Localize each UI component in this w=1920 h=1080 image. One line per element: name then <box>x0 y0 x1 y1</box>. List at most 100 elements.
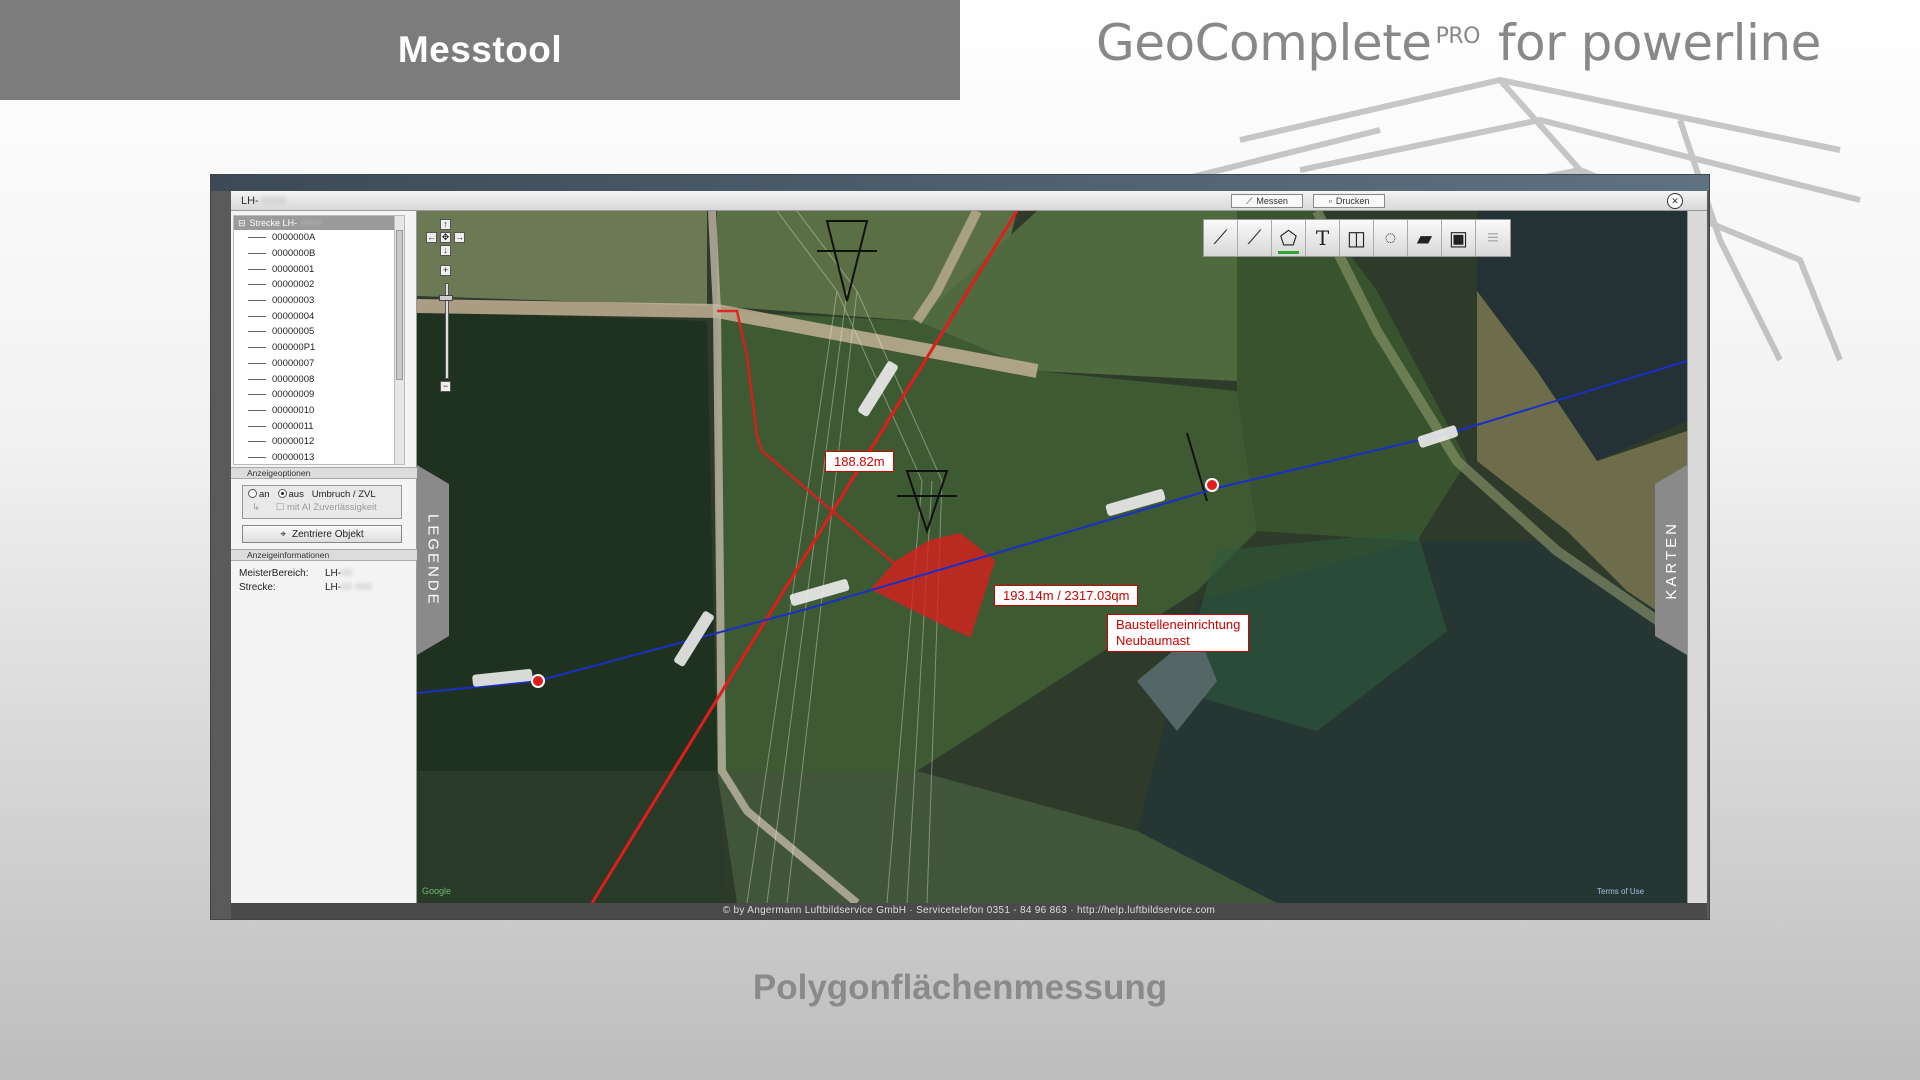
tree-connector <box>248 315 266 317</box>
section-banner: Messtool <box>0 0 960 100</box>
tree-root[interactable]: ⊟ Strecke LH- 0000 <box>234 216 404 230</box>
map-view[interactable]: Google Terms of Use ↑ ← ✥ → ↓ + − 188.82… <box>417 211 1687 903</box>
screenshot-tool-icon[interactable]: ◫ <box>1340 220 1374 256</box>
zoom-in-button[interactable]: + <box>440 265 451 276</box>
section-title: Messtool <box>397 29 563 70</box>
tree-item-label: 00000007 <box>272 357 315 369</box>
ruler-icon: ⟋ <box>1246 195 1253 206</box>
save-tool-icon[interactable]: ▣ <box>1442 220 1476 256</box>
app-top-strip <box>211 175 1709 191</box>
ai-checkbox[interactable]: ☐ <box>276 502 285 513</box>
footer: © by Angermann Luftbildservice GmbH · Se… <box>231 903 1707 919</box>
polyline-tool-icon[interactable]: ⟋ <box>1238 220 1272 256</box>
tree-connector <box>248 409 266 411</box>
tree-item-label: 00000003 <box>272 295 315 307</box>
slide-caption: Polygonflächenmessung <box>752 968 1168 1007</box>
tree-item-label: 00000008 <box>272 373 315 385</box>
info-panel: MeisterBereich: LH- 00 Strecke: LH- 00 000 <box>239 568 372 593</box>
line-tool-icon[interactable]: ⟋ <box>1204 220 1238 256</box>
close-button[interactable]: ✕ <box>1667 193 1683 209</box>
zoom-control: ↑ ← ✥ → ↓ + − <box>423 219 465 392</box>
close-icon: ✕ <box>1671 195 1679 206</box>
distance-label: 188.82m <box>825 451 894 472</box>
tree-item-label: 00000002 <box>272 279 315 291</box>
tree-item-label: 00000005 <box>272 326 315 338</box>
tree-connector <box>248 394 266 396</box>
radio-on[interactable] <box>248 489 257 498</box>
polygon-tool-icon[interactable]: ⬠ <box>1272 220 1306 256</box>
info-header: Anzeigeinformationen <box>231 549 417 561</box>
tree-connector <box>248 378 266 380</box>
aerial-map: Google Terms of Use <box>417 211 1687 903</box>
pan-down-button[interactable]: ↓ <box>440 245 451 256</box>
tree-item[interactable]: 0000000A <box>234 230 404 246</box>
app-window: LH- 0000 ⟋ Messen ▫ Drucken ✕ ⊟ Strecke LH… <box>210 174 1710 920</box>
pan-reset-button[interactable]: ✥ <box>440 232 451 243</box>
tree-item[interactable]: 00000005 <box>234 324 404 340</box>
tree-connector <box>248 253 266 255</box>
tree-item[interactable]: 00000013 <box>234 450 404 464</box>
tree-item-label: 00000013 <box>272 451 315 463</box>
pan-right-button[interactable]: → <box>454 232 465 243</box>
tree-item-label: 00000004 <box>272 310 315 322</box>
printer-icon: ▫ <box>1328 196 1332 206</box>
tree-item[interactable]: 000000P1 <box>234 340 404 356</box>
tree-item-label: 00000011 <box>272 420 314 432</box>
tree-item[interactable]: 00000001 <box>234 261 404 277</box>
zoom-out-button[interactable]: − <box>440 381 451 392</box>
scroll-thumb[interactable] <box>396 230 403 380</box>
tree-item[interactable]: 00000008 <box>234 371 404 387</box>
pan-up-button[interactable]: ↑ <box>440 219 451 230</box>
tree-connector <box>248 300 266 302</box>
measure-button[interactable]: ⟋ Messen <box>1231 194 1303 208</box>
print-button[interactable]: ▫ Drucken <box>1313 194 1385 208</box>
tree-connector <box>248 441 266 443</box>
tree-connector <box>248 362 266 364</box>
list-tool-icon[interactable]: ≡ <box>1476 220 1510 256</box>
tree-item[interactable]: 00000010 <box>234 403 404 419</box>
tree-item-label: 00000009 <box>272 389 315 401</box>
measure-toolbar: ⟋ ⟋ ⬠ T ◫ ◌ ▰ ▣ ≡ <box>1203 219 1511 257</box>
tree-item[interactable]: 00000007 <box>234 356 404 372</box>
tree-item-label: 0000000B <box>272 248 316 260</box>
tree-item[interactable]: 00000003 <box>234 293 404 309</box>
text-tool-icon[interactable]: T <box>1306 220 1340 256</box>
terms-link[interactable]: Terms of Use <box>1597 887 1645 896</box>
tree-item-label: 000000P1 <box>272 342 316 354</box>
sidebar: ⊟ Strecke LH- 0000 0000000A 0000000B 000000… <box>231 211 417 903</box>
tree-scrollbar[interactable] <box>394 216 404 464</box>
tree-item-label: 00000010 <box>272 404 315 416</box>
tree-item[interactable]: 00000002 <box>234 277 404 293</box>
tree-connector <box>248 284 266 286</box>
tree-item[interactable]: 00000009 <box>234 387 404 403</box>
tree-item[interactable]: 00000012 <box>234 434 404 450</box>
center-object-button[interactable]: ⌖ Zentriere Objekt <box>242 525 402 543</box>
tree-connector <box>248 456 266 458</box>
window-titlebar: LH- 0000 ⟋ Messen ▫ Drucken ✕ <box>231 191 1707 211</box>
tree-items: 0000000A 0000000B 00000001 00000002 00000003… <box>234 230 404 464</box>
legend-tab[interactable]: LEGENDE <box>417 465 449 655</box>
tree-item[interactable]: 0000000B <box>234 246 404 262</box>
tree-item[interactable]: 00000011 <box>234 418 404 434</box>
tree-connector <box>248 237 266 239</box>
radio-off[interactable] <box>277 489 287 498</box>
circle-tool-icon[interactable]: ◌ <box>1374 220 1408 256</box>
tree-connector <box>248 425 266 427</box>
tree-item[interactable]: 00000004 <box>234 308 404 324</box>
area-label: 193.14m / 2317.03qm <box>994 585 1139 606</box>
maps-tab[interactable]: KARTEN <box>1655 465 1687 655</box>
collapse-icon[interactable]: ⊟ <box>238 218 246 229</box>
zoom-slider-thumb[interactable] <box>439 295 453 301</box>
indent-arrow-icon: ↳ <box>252 502 260 513</box>
route-tree: ⊟ Strecke LH- 0000 0000000A 0000000B 000000… <box>233 215 405 465</box>
tree-connector <box>248 268 266 270</box>
product-title: GeoComplete PRO for powerline <box>1096 14 1821 72</box>
options-header: Anzeigeoptionen <box>231 467 417 479</box>
note-label: Baustelleneinrichtung Neubaumast <box>1107 614 1250 652</box>
pan-left-button[interactable]: ← <box>426 232 437 243</box>
tree-item-label: 0000000A <box>272 232 316 244</box>
eraser-tool-icon[interactable]: ▰ <box>1408 220 1442 256</box>
right-scrollbar[interactable] <box>1687 211 1707 903</box>
tree-connector <box>248 331 266 333</box>
display-options: an aus Umbruch / ZVL ↳ ☐ mit AI Zuverläs… <box>242 485 402 519</box>
